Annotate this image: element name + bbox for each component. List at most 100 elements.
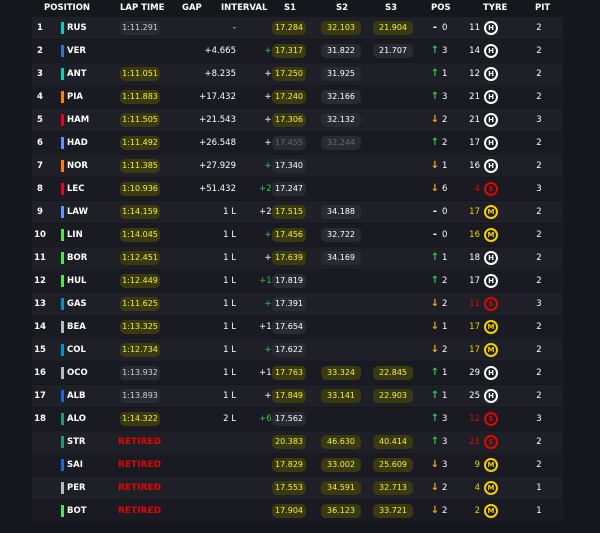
- sector-1-time: 17.819: [272, 274, 306, 288]
- sector-1-time: 17.284: [272, 21, 306, 35]
- position-number: [32, 454, 48, 476]
- driver-row[interactable]: 5HAM1:11.505+21.543+4.04117.30632.132↓22…: [32, 109, 563, 131]
- header-pos: POS: [431, 3, 451, 13]
- sector-1-time: 17.455: [272, 136, 306, 150]
- driver-code: HAM: [67, 115, 90, 125]
- position-change: 0: [442, 230, 448, 240]
- tyre-compound-icon: H: [484, 389, 498, 403]
- pit-count: 1: [536, 506, 542, 516]
- driver-code: LAW: [67, 207, 88, 217]
- tyre-laps: 12: [469, 69, 480, 79]
- driver-row[interactable]: 8LEC1:10.936+51.432+23.36417.247↓64S3: [32, 178, 563, 200]
- arrow-up-icon: ↑: [430, 137, 440, 148]
- driver-row[interactable]: 2VER+4.665+4.66517.31731.82221.707↑314H2: [32, 40, 563, 62]
- driver-row[interactable]: 1RUS1:11.291--17.28432.10321.904-011H2: [32, 17, 563, 39]
- lap-time: 1:12.451: [120, 251, 160, 265]
- driver-row[interactable]: 17ALB1:13.8931 L+2.96317.84933.14122.903…: [32, 385, 563, 407]
- tyre-compound-icon: M: [484, 205, 498, 219]
- position-change: 2: [442, 138, 448, 148]
- sector-1-time: 17.654: [272, 320, 306, 334]
- driver-row[interactable]: STR RETIRED 20.383 46.630 40.414 ↑ 3 21 S 2: [32, 431, 563, 453]
- tyre-compound-icon: S: [484, 297, 498, 311]
- driver-code: LIN: [67, 230, 83, 240]
- position-number: 9: [37, 207, 43, 217]
- sector-1-time: 17.639: [272, 251, 306, 265]
- team-color-bar: [61, 160, 64, 172]
- team-color-bar: [61, 390, 64, 402]
- tyre-compound-icon: M: [484, 481, 498, 495]
- position-change: 2: [442, 299, 448, 309]
- arrow-up-icon: ↑: [430, 367, 440, 378]
- driver-code: COL: [67, 345, 86, 355]
- driver-row[interactable]: 12HUL1:12.4491 L+12.81317.819↑217H2: [32, 270, 563, 292]
- position-number: 18: [34, 414, 46, 424]
- pit-count: 2: [536, 138, 542, 148]
- driver-row[interactable]: 6HAD1:11.492+26.548+4.99517.45532.244↑21…: [32, 132, 563, 154]
- arrow-up-icon: ↑: [430, 91, 440, 102]
- header-s3: S3: [385, 3, 398, 13]
- gap-value: 1 L: [223, 368, 236, 378]
- sector-3-time: 21.707: [373, 44, 413, 58]
- gap-value: +26.548: [199, 138, 236, 148]
- position-change: 1: [442, 161, 448, 171]
- driver-row[interactable]: 18ALO1:14.3222 L+60.65217.562↑312S3: [32, 408, 563, 430]
- driver-row[interactable]: SAI RETIRED 17.829 33.002 25.609 ↓ 3 9 M 2: [32, 454, 563, 476]
- pit-count: 2: [536, 46, 542, 56]
- team-color-bar: [61, 45, 64, 57]
- tyre-compound-icon: S: [484, 412, 498, 426]
- position-change: 0: [442, 23, 448, 33]
- tyre-compound-icon: S: [484, 182, 498, 196]
- driver-code: BEA: [67, 322, 86, 332]
- driver-row[interactable]: 10LIN1:14.0451 L+1.52017.45632.722-016M2: [32, 224, 563, 246]
- gap-value: 1 L: [223, 391, 236, 401]
- pit-count: 2: [536, 69, 542, 79]
- retired-label: RETIRED: [118, 437, 162, 447]
- driver-row[interactable]: 13GAS1:11.6251 L+1.55617.391↓211S3: [32, 293, 563, 315]
- team-color-bar: [61, 321, 64, 333]
- pit-count: 3: [536, 414, 542, 424]
- pit-count: 2: [536, 391, 542, 401]
- driver-row[interactable]: BOT RETIRED 17.904 36.123 33.721 ↓ 2 2 M 1: [32, 500, 563, 522]
- driver-row[interactable]: 11BOR1:12.4511 L+7.29217.63934.169↑118H2: [32, 247, 563, 269]
- sector-1-time: 17.562: [272, 412, 306, 426]
- gap-value: +27.929: [199, 161, 236, 171]
- sector-1-time: 17.240: [272, 90, 306, 104]
- driver-row[interactable]: 15COL1:12.7341 L+7.18117.622↓217M2: [32, 339, 563, 361]
- driver-row[interactable]: PER RETIRED 17.553 34.591 32.713 ↓ 2 4 M 1: [32, 477, 563, 499]
- driver-row[interactable]: 14BEA1:13.3251 L+16.79017.654↓117M2: [32, 316, 563, 338]
- gap-value: 1 L: [223, 253, 236, 263]
- driver-row[interactable]: 9LAW1:14.1591 L+29.47217.51534.188-017M2: [32, 201, 563, 223]
- tyre-laps: 21: [469, 437, 480, 447]
- driver-row[interactable]: 4PIA1:11.883+17.432+9.21317.24032.166↑32…: [32, 86, 563, 108]
- driver-code: VER: [67, 46, 86, 56]
- sector-2-time: 32.132: [321, 113, 361, 127]
- sector-1-time: 17.515: [272, 205, 306, 219]
- pit-count: 2: [536, 460, 542, 470]
- header-position: POSITION: [44, 3, 91, 13]
- lap-time: 1:14.045: [120, 228, 160, 242]
- tyre-laps: 4: [474, 483, 480, 493]
- position-number: 6: [37, 138, 43, 148]
- tyre-compound-icon: H: [484, 159, 498, 173]
- tyre-laps: 17: [469, 276, 480, 286]
- arrow-down-icon: ↓: [430, 344, 440, 355]
- tyre-laps: 14: [469, 46, 480, 56]
- driver-row[interactable]: 16OCO1:13.9321 L+10.82917.76333.32422.84…: [32, 362, 563, 384]
- driver-row[interactable]: 3ANT1:11.051+8.235+3.54417.25031.925↑112…: [32, 63, 563, 85]
- position-number: 7: [37, 161, 43, 171]
- sector-1-time: 17.622: [272, 343, 306, 357]
- position-number: 3: [37, 69, 43, 79]
- gap-value: 1 L: [223, 230, 236, 240]
- tyre-laps: 17: [469, 322, 480, 332]
- team-color-bar: [61, 413, 64, 425]
- arrow-up-icon: ↑: [430, 68, 440, 79]
- driver-code: GAS: [67, 299, 87, 309]
- driver-row[interactable]: 7NOR1:11.385+27.929+1.40917.340↓116H2: [32, 155, 563, 177]
- position-number: 14: [34, 322, 46, 332]
- sector-2-time: 46.630: [321, 435, 361, 449]
- pit-count: 2: [536, 23, 542, 33]
- sector-3-time: 22.845: [373, 366, 413, 380]
- position-change: 6: [442, 184, 448, 194]
- tyre-laps: 11: [469, 23, 480, 33]
- header-lap-time: LAP TIME: [120, 3, 165, 13]
